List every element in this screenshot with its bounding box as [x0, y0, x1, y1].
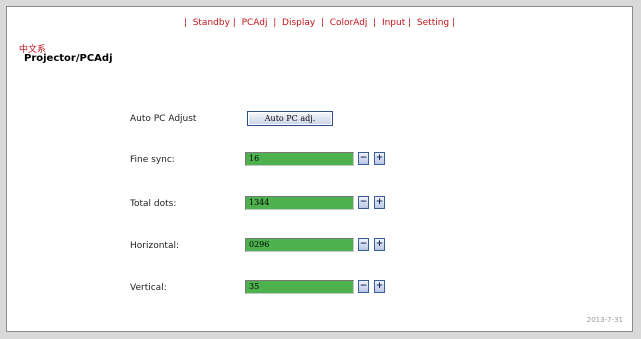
nav-link-input[interactable]: Input	[382, 18, 405, 28]
horizontal-field[interactable]: 0296	[245, 238, 354, 252]
footer-date: 2013-7-31	[586, 316, 623, 324]
fine-sync-field[interactable]: 16	[245, 152, 354, 166]
vertical-decrement-button[interactable]: −	[358, 280, 369, 293]
page-frame: | Standby | PCAdj | Display | ColorAdj |…	[6, 6, 633, 332]
fine-sync-decrement-button[interactable]: −	[358, 152, 369, 165]
horizontal-label: Horizontal:	[130, 241, 179, 251]
nav-link-pcadj[interactable]: PCAdj	[242, 18, 268, 28]
nav-link-coloradj[interactable]: ColorAdj	[330, 18, 368, 28]
nav-separator: |	[318, 18, 327, 28]
total-dots-field[interactable]: 1344	[245, 196, 354, 210]
total-dots-row: Total dots: 1344 − +	[7, 196, 632, 214]
auto-adjust-row: Auto PC Adjust Auto PC adj.	[7, 111, 632, 129]
auto-adjust-label: Auto PC Adjust	[130, 114, 197, 124]
horizontal-decrement-button[interactable]: −	[358, 238, 369, 251]
nav-separator: |	[452, 18, 456, 28]
nav-link-standby[interactable]: Standby	[193, 18, 230, 28]
nav-separator: |	[183, 18, 190, 28]
fine-sync-row: Fine sync: 16 − +	[7, 152, 632, 170]
fine-sync-label: Fine sync:	[130, 155, 175, 165]
vertical-label: Vertical:	[130, 283, 167, 293]
nav-separator: |	[408, 18, 415, 28]
horizontal-row: Horizontal: 0296 − +	[7, 238, 632, 256]
total-dots-increment-button[interactable]: +	[374, 196, 385, 209]
nav-separator: |	[370, 18, 380, 28]
vertical-row: Vertical: 35 − +	[7, 280, 632, 298]
breadcrumb: Projector/PCAdj	[24, 53, 113, 64]
auto-pc-adjust-button[interactable]: Auto PC adj.	[247, 111, 333, 126]
total-dots-decrement-button[interactable]: −	[358, 196, 369, 209]
nav-link-setting[interactable]: Setting	[417, 18, 449, 28]
nav-separator: |	[270, 18, 280, 28]
nav-separator: |	[232, 18, 239, 28]
vertical-field[interactable]: 35	[245, 280, 354, 294]
fine-sync-increment-button[interactable]: +	[374, 152, 385, 165]
horizontal-increment-button[interactable]: +	[374, 238, 385, 251]
vertical-increment-button[interactable]: +	[374, 280, 385, 293]
nav-link-display[interactable]: Display	[282, 18, 315, 28]
top-nav: | Standby | PCAdj | Display | ColorAdj |…	[7, 18, 632, 28]
total-dots-label: Total dots:	[130, 199, 177, 209]
